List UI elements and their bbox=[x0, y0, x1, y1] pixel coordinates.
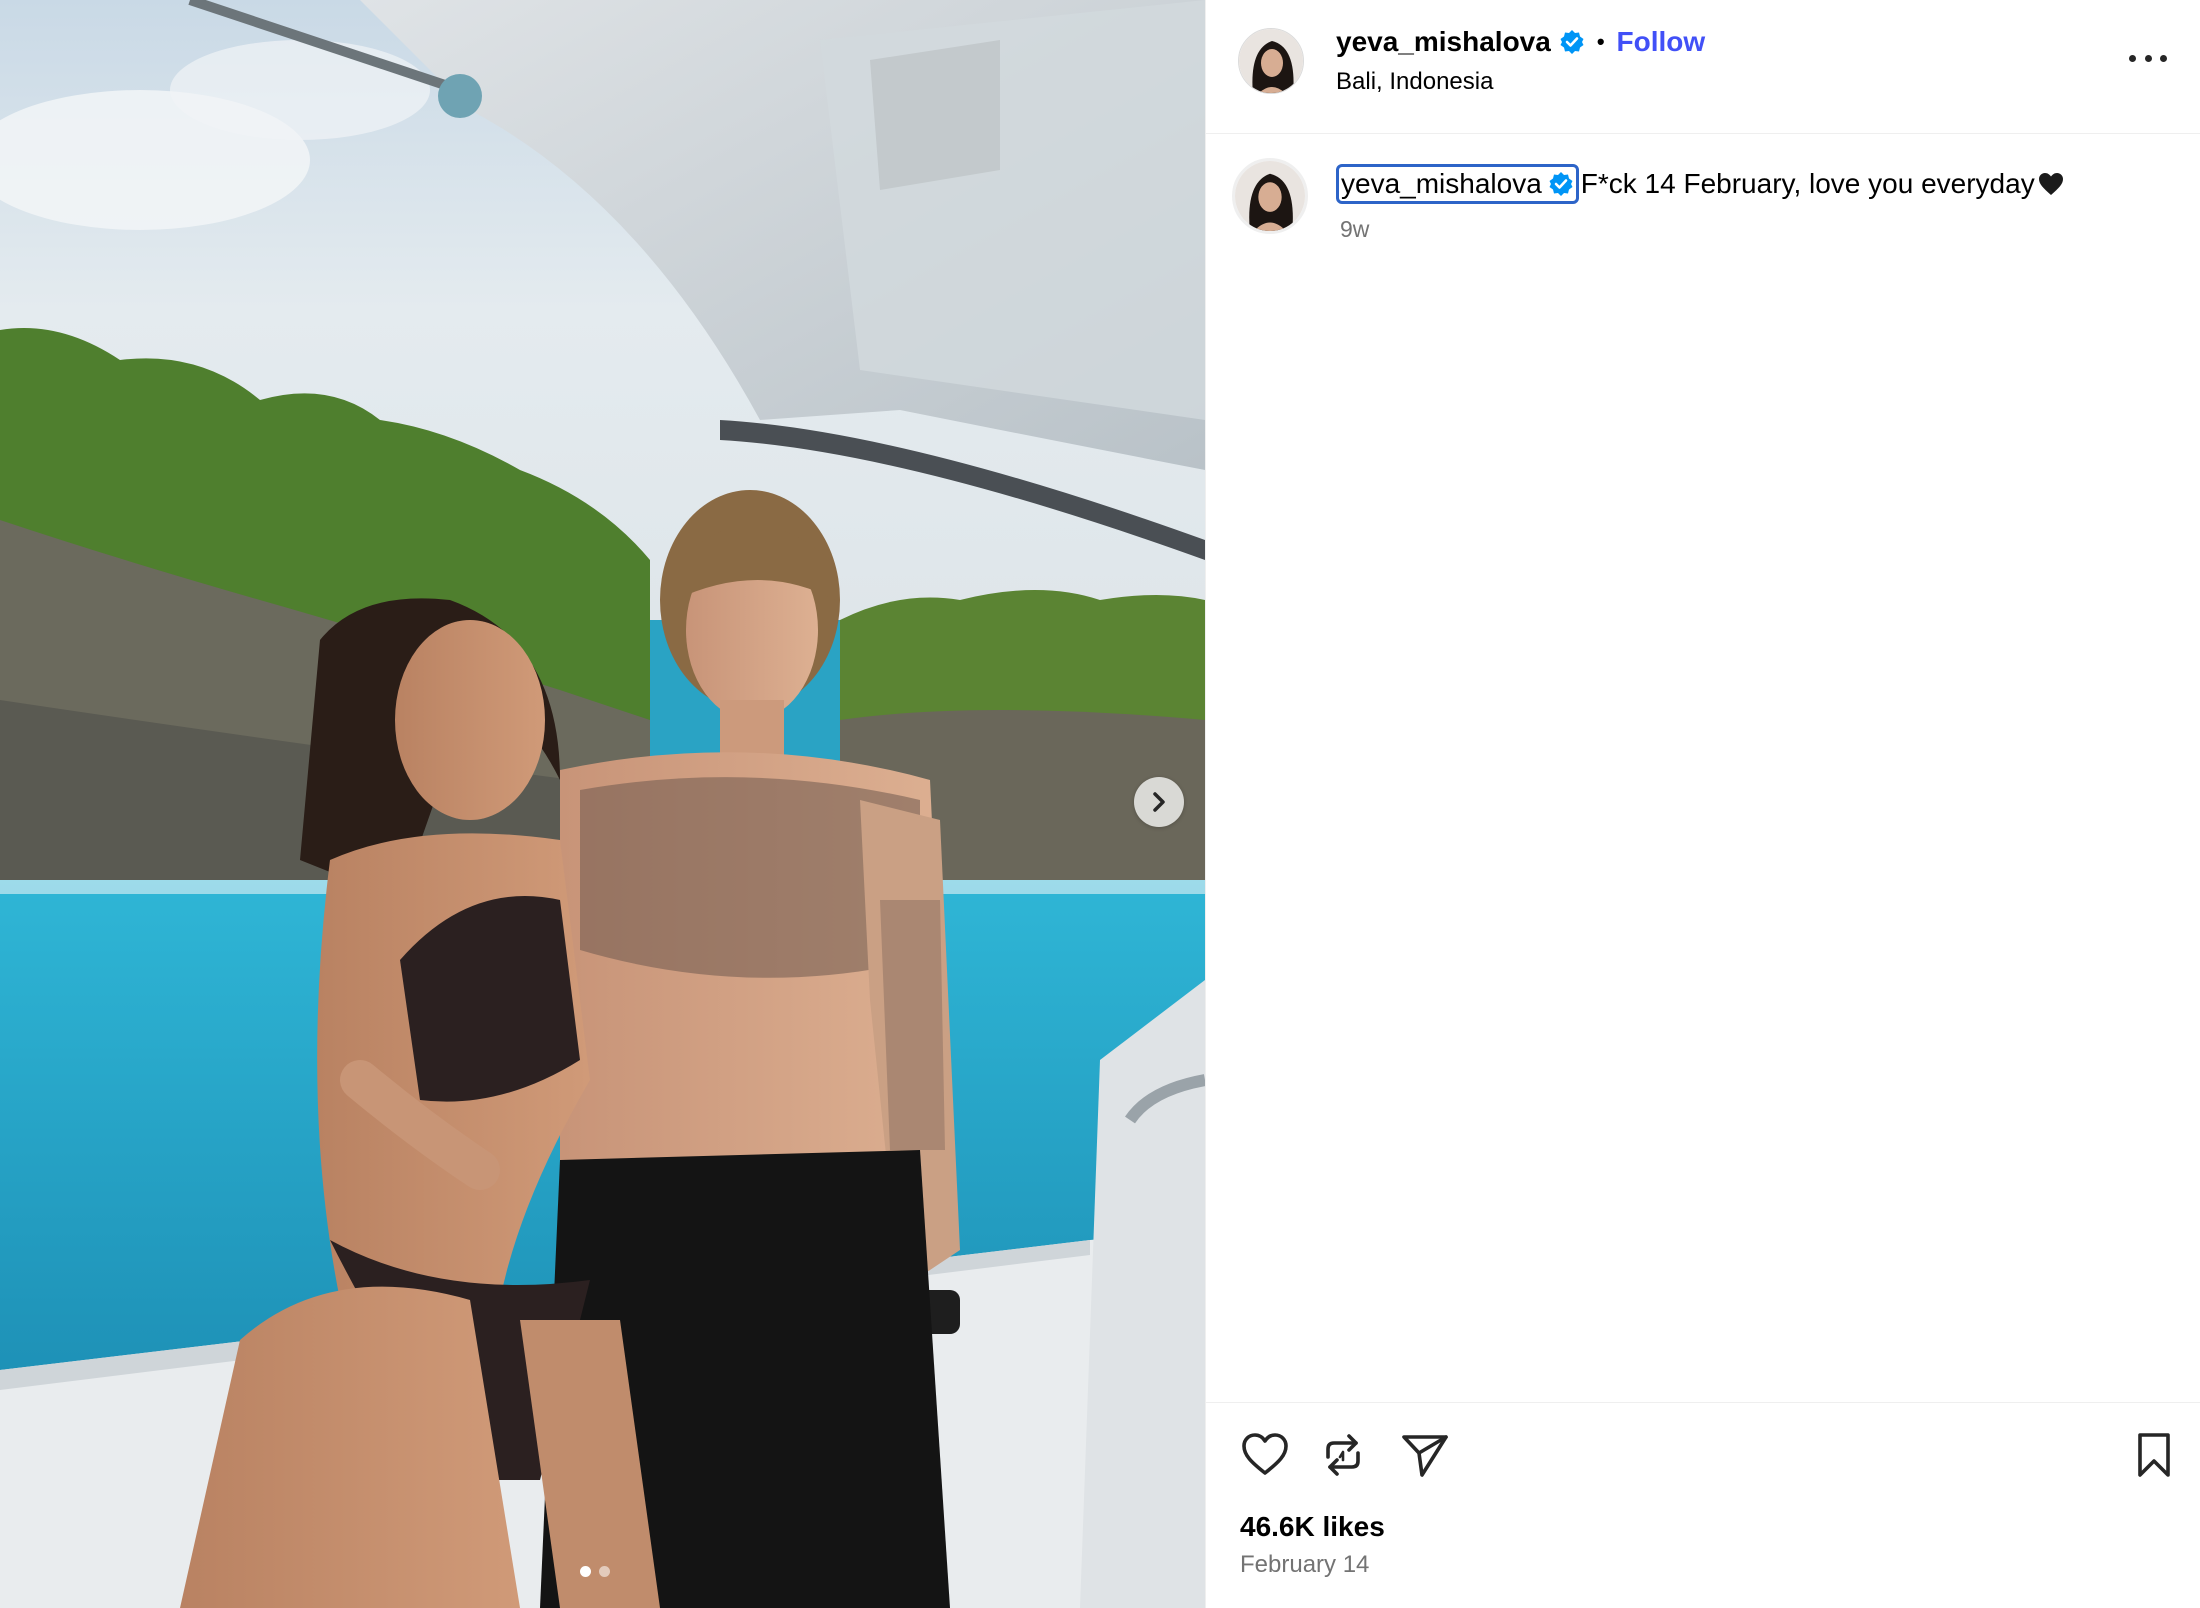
post-header: yeva_mishalova • Follow Bali, Indonesia bbox=[1206, 0, 2200, 134]
black-heart-emoji-icon bbox=[2038, 173, 2063, 195]
share-icon[interactable] bbox=[1400, 1431, 1450, 1479]
avatar-image bbox=[1239, 29, 1303, 93]
separator-dot: • bbox=[1596, 29, 1605, 54]
carousel-indicator bbox=[580, 1566, 610, 1577]
verified-icon bbox=[1560, 30, 1584, 54]
repost-icon[interactable] bbox=[1320, 1431, 1366, 1479]
save-icon[interactable] bbox=[2134, 1431, 2174, 1479]
next-photo-button[interactable] bbox=[1134, 777, 1184, 827]
caption-username: yeva_mishalova bbox=[1341, 168, 1542, 199]
caption-username-link[interactable]: yeva_mishalova bbox=[1336, 164, 1579, 204]
chevron-right-icon bbox=[1153, 792, 1165, 812]
verified-icon bbox=[1549, 172, 1573, 196]
post-photo bbox=[0, 0, 1205, 1608]
post-date[interactable]: February 14 bbox=[1240, 1551, 1369, 1579]
post-location[interactable]: Bali, Indonesia bbox=[1336, 68, 1493, 96]
post-actions: 46.6K likes February 14 bbox=[1206, 1402, 2200, 1608]
more-icon bbox=[2129, 54, 2136, 62]
like-icon[interactable] bbox=[1240, 1431, 1290, 1477]
caption-line: yeva_mishalova F*ck 14 February, love yo… bbox=[1336, 164, 2065, 204]
post-author-username[interactable]: yeva_mishalova bbox=[1336, 26, 1551, 58]
carousel-dot-active bbox=[580, 1566, 591, 1577]
likes-count[interactable]: 46.6K likes bbox=[1240, 1511, 1385, 1543]
caption-timestamp[interactable]: 9w bbox=[1340, 216, 1369, 243]
post-media[interactable] bbox=[0, 0, 1205, 1608]
header-user-row: yeva_mishalova • Follow bbox=[1336, 26, 1705, 58]
follow-button[interactable]: Follow bbox=[1617, 26, 1706, 58]
more-icon-dot bbox=[2160, 54, 2167, 62]
more-options-button[interactable] bbox=[2129, 48, 2167, 68]
caption-avatar[interactable] bbox=[1232, 158, 1308, 234]
avatar[interactable] bbox=[1238, 28, 1304, 94]
more-icon-dot bbox=[2144, 54, 2152, 62]
post-detail-panel: yeva_mishalova • Follow Bali, Indonesia bbox=[1205, 0, 2200, 1608]
avatar-image bbox=[1235, 161, 1305, 231]
carousel-dot bbox=[599, 1566, 610, 1577]
caption-text: F*ck 14 February, love you everyday bbox=[1580, 168, 2035, 199]
